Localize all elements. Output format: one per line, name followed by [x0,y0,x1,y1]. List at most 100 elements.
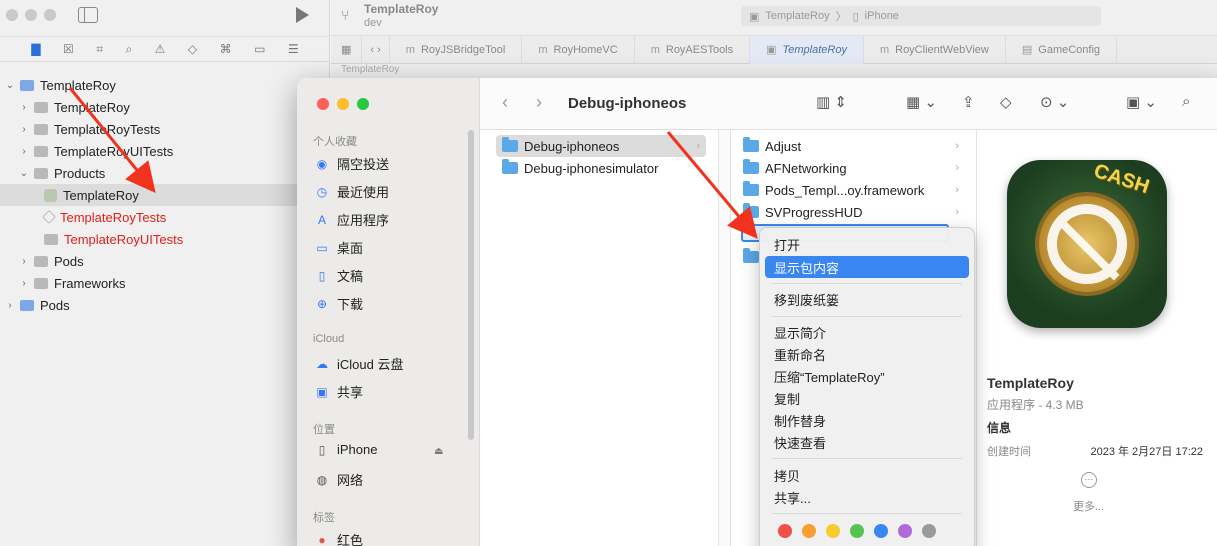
chevron-right-icon[interactable]: › [18,102,30,113]
menu-item-show-package-contents[interactable]: 显示包内容 [765,256,969,278]
list-item[interactable]: SVProgressHUD › [743,201,973,223]
tag-color-dot[interactable] [898,524,912,538]
nav-back-forward[interactable]: ‹ › [362,35,390,64]
tree-row[interactable]: › Pods [0,250,330,272]
window-controls [317,98,369,110]
back-icon[interactable]: ‹ [502,92,508,113]
red-tag-icon: ● [318,532,326,546]
warning-icon[interactable]: ⚠ [155,42,166,56]
tree-row-project[interactable]: ⌄ TemplateRoy [0,74,330,96]
tag-color-dot[interactable] [778,524,792,538]
sidebar-item-tag-red[interactable]: ● 红色 [315,530,363,546]
tree-row[interactable]: TemplateRoyUITests [0,228,330,250]
close-button[interactable] [6,9,18,21]
sidebar-toggle-icon[interactable] [78,7,98,23]
tag-color-dot[interactable] [850,524,864,538]
list-item-debug-iphonesimulator[interactable]: Debug-iphonesimulator [502,157,658,179]
sidebar-item-recents[interactable]: ◷ 最近使用 [315,182,389,201]
chevron-right-icon[interactable]: › [18,124,30,135]
tab-royhomevc[interactable]: m RoyHomeVC [522,35,635,64]
chevron-down-icon[interactable]: ⌄ [18,168,30,179]
list-item[interactable]: Adjust › [743,135,973,157]
chevron-right-icon[interactable]: › [18,278,30,289]
chevron-right-icon[interactable]: › [4,300,16,311]
scheme-selector[interactable]: ▣ TemplateRoy 〉 ▯ iPhone [741,6,1101,26]
tree-row[interactable]: › Pods [0,294,330,316]
run-icon[interactable] [296,7,309,23]
menu-item-share[interactable]: 共享... [765,486,969,508]
tree-row[interactable]: › Frameworks [0,272,330,294]
share-icon[interactable]: ⇪ [962,93,975,111]
sidebar-item-applications[interactable]: A 应用程序 [315,210,389,229]
breakpoint-icon[interactable]: ▭ [254,42,265,56]
close-button[interactable] [317,98,329,110]
menu-item-compress[interactable]: 压缩“TemplateRoy” [765,365,969,387]
tag-color-dot[interactable] [874,524,888,538]
test-icon[interactable]: ◇ [188,42,197,56]
menu-item-move-to-trash[interactable]: 移到废纸篓 [765,288,969,310]
debug-icon[interactable]: ⌘ [220,42,232,56]
minimize-button[interactable] [25,9,37,21]
sidebar-item-iphone[interactable]: ▯ iPhone [315,442,378,457]
tab-templateroy[interactable]: ▣ TemplateRoy [750,35,864,64]
tag-color-dot[interactable] [922,524,936,538]
preview-name: TemplateRoy [987,375,1074,391]
tag-icon[interactable]: ◇ [1000,93,1012,111]
column-divider[interactable] [719,130,731,546]
menu-item-duplicate[interactable]: 复制 [765,387,969,409]
tree-row[interactable]: › TemplateRoyUITests [0,140,330,162]
sidebar-item-network[interactable]: ◍ 网络 [315,470,363,489]
sidebar-item-airdrop[interactable]: ◉ 隔空投送 [315,154,389,173]
tab-royjsbridgetool[interactable]: m RoyJSBridgeTool [390,35,523,64]
more-actions-icon[interactable]: ⊙ ⌄ [1040,93,1069,111]
folder-icon[interactable]: ▇ [31,42,40,56]
tag-color-dot[interactable] [802,524,816,538]
tab-royclientwebview[interactable]: m RoyClientWebView [864,35,1006,64]
menu-item-copy[interactable]: 拷贝 [765,464,969,486]
tree-row[interactable]: › TemplateRoyTests [0,118,330,140]
forward-icon[interactable]: › [536,92,542,113]
menu-item-rename[interactable]: 重新命名 [765,343,969,365]
list-item[interactable]: AFNetworking › [743,157,973,179]
sidebar-item-shared[interactable]: ▣ 共享 [315,382,363,401]
zoom-button[interactable] [357,98,369,110]
search-icon[interactable]: ⌕ [1182,93,1190,110]
search-icon[interactable]: ⌕ [125,42,132,57]
report-icon[interactable]: ☰ [288,42,299,56]
source-control-icon[interactable]: ☒ [63,42,74,56]
more-icon[interactable]: ··· [1081,472,1097,488]
list-item[interactable]: Pods_Templ...oy.framework › [743,179,973,201]
menu-item-quick-look[interactable]: 快速查看 [765,431,969,453]
sidebar-scrollbar[interactable] [468,130,474,440]
column-view-icon[interactable]: ▥ ⇕ [816,93,847,111]
eject-icon[interactable]: ⏏ [434,446,443,457]
tree-row[interactable]: TemplateRoyTests [0,206,330,228]
lock-icon[interactable]: ▣ ⌄ [1126,93,1157,111]
tree-row[interactable]: › TemplateRoy [0,96,330,118]
group-icon[interactable]: ▦ ⌄ [906,93,937,111]
menu-item-get-info[interactable]: 显示简介 [765,321,969,343]
menu-item-make-alias[interactable]: 制作替身 [765,409,969,431]
chevron-right-icon[interactable]: › [18,256,30,267]
list-item[interactable] [743,246,759,268]
chevron-right-icon[interactable]: › [18,146,30,157]
minimize-button[interactable] [337,98,349,110]
chevron-right-icon: › [955,162,959,174]
tree-row-products[interactable]: ⌄ Products [0,162,330,184]
chevron-down-icon[interactable]: ⌄ [4,80,16,91]
more-button[interactable]: 更多... [1073,498,1104,514]
hierarchy-icon[interactable]: ⌗ [96,42,103,57]
sidebar-item-downloads[interactable]: ⊕ 下载 [315,294,363,313]
sidebar-item-documents[interactable]: ▯ 文稿 [315,266,363,285]
tree-row-selected[interactable]: TemplateRoy [0,184,330,206]
scheme-device: iPhone [864,10,899,22]
sidebar-item-icloud-drive[interactable]: ☁ iCloud 云盘 [315,354,403,373]
grid-icon[interactable]: ▦ [331,35,363,64]
zoom-button[interactable] [44,9,56,21]
sidebar-item-desktop[interactable]: ▭ 桌面 [315,238,363,257]
tab-royaestools[interactable]: m RoyAESTools [635,35,751,64]
menu-item-open[interactable]: 打开 [765,233,969,255]
tab-gameconfig[interactable]: ▤ GameConfig [1006,35,1118,64]
tag-color-dot[interactable] [826,524,840,538]
list-item-debug-iphoneos[interactable]: Debug-iphoneos › [496,135,706,157]
